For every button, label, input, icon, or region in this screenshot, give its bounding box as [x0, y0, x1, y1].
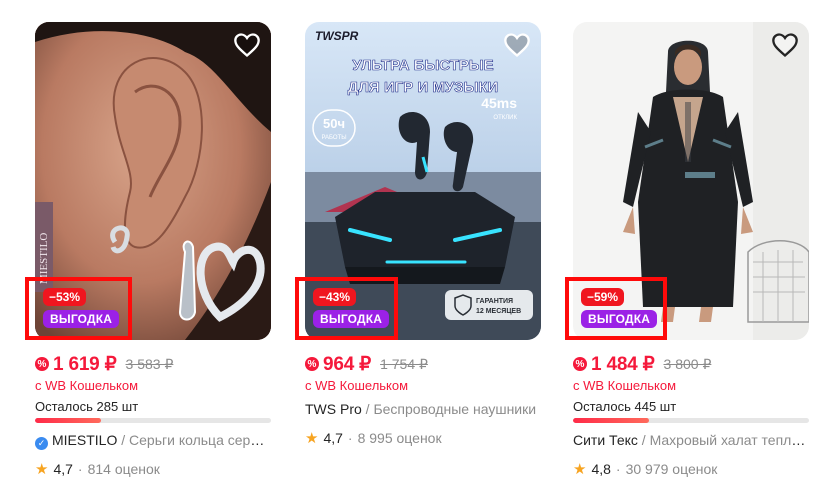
star-icon: ★ — [35, 461, 49, 478]
svg-text:MIESTILO: MIESTILO — [38, 233, 50, 284]
discount-badge: −43% — [313, 288, 357, 306]
svg-text:ДЛЯ ИГР И МУЗЫКИ: ДЛЯ ИГР И МУЗЫКИ — [348, 79, 498, 96]
dot-separator: · — [615, 461, 621, 477]
promo-badge: ВЫГОДКА — [313, 310, 390, 328]
svg-text:50ч: 50ч — [323, 116, 345, 131]
dot-separator: · — [347, 430, 353, 446]
product-title[interactable]: ✓ MIESTILO / Серьги кольца серебряные — [35, 432, 271, 450]
wb-wallet-icon: % — [573, 357, 587, 371]
svg-text:УЛЬТРА БЫСТРЫЕ: УЛЬТРА БЫСТРЫЕ — [352, 57, 493, 74]
product-name: Махровый халат теплый — [649, 432, 809, 448]
product-image[interactable]: TWSPR УЛЬТРА БЫСТРЫЕ ДЛЯ ИГР И МУЗЫКИ 50… — [305, 22, 541, 340]
badges: −43% ВЫГОДКА — [313, 288, 390, 328]
price: 964 ₽ — [323, 353, 372, 375]
rating-row: ★ 4,8 · 30 979 оценок — [573, 460, 809, 478]
product-name: Серьги кольца серебряные — [129, 432, 271, 448]
stock-label: Осталось 285 шт — [35, 399, 139, 414]
promo-badge: ВЫГОДКА — [581, 310, 658, 328]
badges: −59% ВЫГОДКА — [581, 288, 658, 328]
old-price: 1 754 ₽ — [380, 355, 428, 372]
reviews-count[interactable]: 30 979 оценок — [626, 461, 718, 477]
product-card[interactable]: −59% ВЫГОДКА % 1 484 ₽ 3 800 ₽ с WB Коше… — [573, 22, 809, 478]
wallet-note: с WB Кошельком — [35, 378, 139, 393]
wallet-note: с WB Кошельком — [573, 378, 677, 393]
rating-value: 4,7 — [323, 430, 343, 446]
wb-wallet-icon: % — [35, 357, 49, 371]
brand: TWS Pro — [305, 401, 362, 417]
product-image[interactable]: −59% ВЫГОДКА — [573, 22, 809, 340]
favorite-heart-icon[interactable] — [233, 32, 261, 58]
svg-text:12 МЕСЯЦЕВ: 12 МЕСЯЦЕВ — [476, 308, 521, 315]
stock-bar — [573, 418, 809, 423]
wallet-note: с WB Кошельком — [305, 378, 409, 393]
separator: / — [121, 432, 126, 448]
dot-separator: · — [77, 461, 83, 477]
stock-bar — [35, 418, 271, 423]
product-title[interactable]: TWS Pro / Беспроводные наушники — [305, 401, 541, 419]
separator: / — [365, 401, 370, 417]
brand: MIESTILO — [52, 432, 118, 448]
rating-row: ★ 4,7 · 8 995 оценок — [305, 429, 541, 447]
reviews-count[interactable]: 814 оценок — [88, 461, 160, 477]
rating-value: 4,8 — [591, 461, 611, 477]
rating-value: 4,7 — [53, 461, 73, 477]
promo-badge: ВЫГОДКА — [43, 310, 120, 328]
separator: / — [641, 432, 646, 448]
reviews-count[interactable]: 8 995 оценок — [358, 430, 442, 446]
price-row: % 964 ₽ 1 754 ₽ — [305, 353, 541, 375]
price: 1 484 ₽ — [591, 353, 655, 375]
price-row: % 1 619 ₽ 3 583 ₽ — [35, 353, 271, 375]
svg-text:TWSPR: TWSPR — [315, 29, 359, 43]
product-card[interactable]: TWSPR УЛЬТРА БЫСТРЫЕ ДЛЯ ИГР И МУЗЫКИ 50… — [305, 22, 541, 447]
verified-icon: ✓ — [35, 437, 48, 450]
product-title[interactable]: Сити Текс / Махровый халат теплый — [573, 432, 809, 450]
product-name: Беспроводные наушники — [373, 401, 537, 417]
brand: Сити Текс — [573, 432, 638, 448]
old-price: 3 800 ₽ — [663, 355, 712, 372]
stock-bar-fill — [35, 418, 102, 423]
product-image[interactable]: MIESTILO −53% ВЫГОДКА — [35, 22, 271, 340]
badges: −53% ВЫГОДКА — [43, 288, 120, 328]
discount-badge: −59% — [581, 288, 625, 306]
svg-text:45ms: 45ms — [481, 95, 517, 111]
favorite-heart-icon[interactable] — [771, 32, 799, 58]
price-row: % 1 484 ₽ 3 800 ₽ — [573, 353, 809, 375]
star-icon: ★ — [573, 461, 587, 478]
star-icon: ★ — [305, 430, 319, 447]
price: 1 619 ₽ — [53, 353, 117, 375]
svg-text:ОТКЛИК: ОТКЛИК — [493, 115, 517, 121]
svg-text:ГАРАНТИЯ: ГАРАНТИЯ — [476, 298, 513, 305]
favorite-heart-icon[interactable] — [503, 32, 531, 58]
rating-row: ★ 4,7 · 814 оценок — [35, 460, 271, 478]
svg-text:РАБОТЫ: РАБОТЫ — [321, 135, 346, 141]
stock-bar-fill — [573, 418, 649, 423]
wb-wallet-icon: % — [305, 357, 319, 371]
discount-badge: −53% — [43, 288, 87, 306]
product-card[interactable]: MIESTILO −53% ВЫГОДКА % 1 619 ₽ 3 583 ₽ … — [35, 22, 271, 478]
old-price: 3 583 ₽ — [125, 355, 174, 372]
stock-label: Осталось 445 шт — [573, 399, 677, 414]
